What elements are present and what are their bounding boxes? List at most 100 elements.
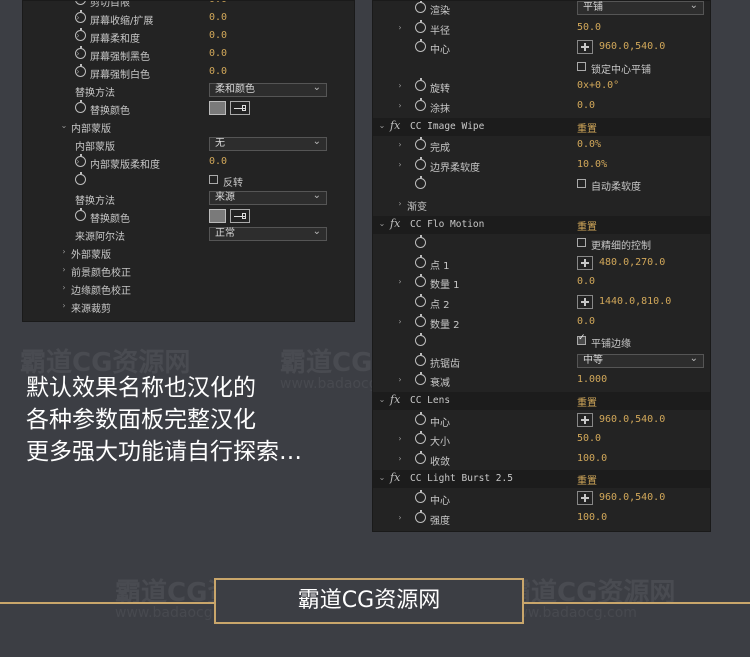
eyedropper-icon[interactable] <box>230 209 250 223</box>
stopwatch-icon[interactable] <box>75 46 86 59</box>
stopwatch-icon[interactable] <box>75 100 86 113</box>
property-value[interactable]: 100.0 <box>577 512 607 523</box>
stopwatch-icon[interactable] <box>415 1 426 13</box>
expand-chevron-right-icon[interactable]: › <box>395 23 405 32</box>
expand-chevron-right-icon[interactable]: › <box>395 434 405 443</box>
property-value[interactable]: 0x+0.0° <box>577 80 619 91</box>
expand-chevron-right-icon[interactable]: › <box>395 454 405 463</box>
reset-button[interactable]: 重置 <box>577 394 597 409</box>
property-checkbox[interactable] <box>577 61 586 71</box>
property-value[interactable]: 0.0% <box>577 139 601 150</box>
property-value[interactable]: 1.000 <box>577 374 607 385</box>
collapse-chevron-icon[interactable]: ⌄ <box>377 219 387 228</box>
property-value[interactable]: 0.0 <box>209 48 227 59</box>
stopwatch-icon[interactable] <box>415 98 426 111</box>
property-value[interactable]: 0.0 <box>209 66 227 77</box>
stopwatch-icon[interactable] <box>415 78 426 92</box>
stopwatch-icon[interactable] <box>75 208 86 221</box>
expand-chevron-right-icon[interactable]: › <box>395 513 405 522</box>
property-checkbox[interactable] <box>209 175 218 184</box>
stopwatch-icon[interactable] <box>415 176 426 190</box>
property-value[interactable]: 0.0 <box>209 1 227 5</box>
stopwatch-icon[interactable] <box>415 333 426 347</box>
property-value[interactable]: 50.0 <box>577 433 601 444</box>
stopwatch-icon[interactable] <box>75 28 86 41</box>
expand-chevron-right-icon[interactable]: › <box>395 317 405 326</box>
property-checkbox[interactable] <box>577 179 586 189</box>
stopwatch-icon[interactable] <box>415 313 426 327</box>
property-value[interactable]: 0.0 <box>577 100 595 111</box>
stopwatch-icon[interactable] <box>415 156 426 170</box>
expand-chevron-right-icon[interactable]: › <box>59 247 69 256</box>
stopwatch-icon[interactable] <box>415 411 426 425</box>
property-value[interactable]: 100.0 <box>577 453 607 464</box>
stopwatch-icon[interactable] <box>415 39 426 53</box>
stopwatch-icon[interactable] <box>415 274 426 288</box>
stopwatch-icon[interactable] <box>75 10 86 23</box>
reset-button[interactable]: 重置 <box>577 472 597 487</box>
property-value[interactable]: 0.0 <box>577 316 595 327</box>
stopwatch-icon[interactable] <box>415 372 426 386</box>
stopwatch-icon[interactable] <box>415 450 426 464</box>
eyedropper-icon[interactable] <box>230 101 250 115</box>
stopwatch-icon[interactable] <box>415 509 426 523</box>
stopwatch-icon[interactable] <box>75 64 86 77</box>
stopwatch-icon[interactable] <box>415 19 426 33</box>
expand-chevron-down-icon[interactable]: ⌄ <box>59 121 69 130</box>
fx-icon: fx <box>390 118 401 132</box>
stopwatch-icon[interactable] <box>75 154 86 167</box>
property-dropdown[interactable]: 柔和颜色 ⌄ <box>209 82 327 97</box>
property-value[interactable]: 0.0 <box>577 276 595 287</box>
property-value[interactable]: 480.0,270.0 <box>599 257 665 268</box>
property-checkbox[interactable] <box>577 238 586 248</box>
property-value[interactable]: 10.0% <box>577 159 607 170</box>
property-value[interactable]: 1440.0,810.0 <box>599 296 671 307</box>
expand-chevron-right-icon[interactable]: › <box>395 199 405 208</box>
stopwatch-icon[interactable] <box>415 254 426 268</box>
collapse-chevron-icon[interactable]: ⌄ <box>377 395 387 404</box>
property-value[interactable]: 960.0,540.0 <box>599 41 665 52</box>
property-dropdown[interactable]: 中等 ⌄ <box>577 353 704 368</box>
property-value[interactable]: 50.0 <box>577 22 601 33</box>
expand-chevron-right-icon[interactable]: › <box>395 277 405 286</box>
stopwatch-icon[interactable] <box>415 137 426 151</box>
property-dropdown[interactable]: 平铺 ⌄ <box>577 1 704 15</box>
expand-chevron-right-icon[interactable]: › <box>395 160 405 169</box>
reset-button[interactable]: 重置 <box>577 120 597 135</box>
collapse-chevron-icon[interactable]: ⌄ <box>377 473 387 482</box>
expand-chevron-right-icon[interactable]: › <box>395 375 405 384</box>
expand-chevron-right-icon[interactable]: › <box>59 301 69 310</box>
expand-chevron-right-icon[interactable]: › <box>395 81 405 90</box>
point-picker-crosshair-icon[interactable] <box>577 412 593 427</box>
property-value[interactable]: 0.0 <box>209 12 227 23</box>
property-value[interactable]: 0.0 <box>209 30 227 41</box>
property-value[interactable]: 960.0,540.0 <box>599 414 665 425</box>
expand-chevron-right-icon[interactable]: › <box>59 283 69 292</box>
collapse-chevron-icon[interactable]: ⌄ <box>377 121 387 130</box>
point-picker-crosshair-icon[interactable] <box>577 40 593 55</box>
property-value[interactable]: 0.0 <box>209 156 227 167</box>
stopwatch-icon[interactable] <box>415 431 426 445</box>
property-dropdown[interactable]: 来源 ⌄ <box>209 190 327 205</box>
property-checkbox[interactable] <box>577 333 586 346</box>
stopwatch-icon[interactable] <box>415 352 426 366</box>
property-dropdown[interactable]: 无 ⌄ <box>209 136 327 151</box>
stopwatch-icon[interactable] <box>415 235 426 249</box>
property-dropdown[interactable]: 正常 ⌄ <box>209 226 327 241</box>
expand-chevron-right-icon[interactable]: › <box>395 101 405 110</box>
point-picker-crosshair-icon[interactable] <box>577 491 593 505</box>
color-swatch[interactable] <box>209 209 226 223</box>
stopwatch-icon[interactable] <box>415 490 426 503</box>
expand-chevron-right-icon[interactable]: › <box>59 265 69 274</box>
stopwatch-icon[interactable] <box>75 1 86 5</box>
point-picker-crosshair-icon[interactable] <box>577 295 593 309</box>
property-value[interactable]: 960.0,540.0 <box>599 492 665 503</box>
stopwatch-icon[interactable] <box>415 294 426 307</box>
expand-chevron-right-icon[interactable]: › <box>395 140 405 149</box>
stopwatch-icon[interactable] <box>75 172 86 185</box>
property-label: 衰减 <box>430 378 450 390</box>
point-picker-crosshair-icon[interactable] <box>577 255 593 270</box>
reset-button[interactable]: 重置 <box>577 218 597 233</box>
effect-controls-panel-right: 渲染 平铺 ⌄ › 半径 50.0 中心 960.0,540.0 锁定中心平铺 › 旋转 0x+0.0… <box>372 0 711 532</box>
color-swatch[interactable] <box>209 101 226 115</box>
